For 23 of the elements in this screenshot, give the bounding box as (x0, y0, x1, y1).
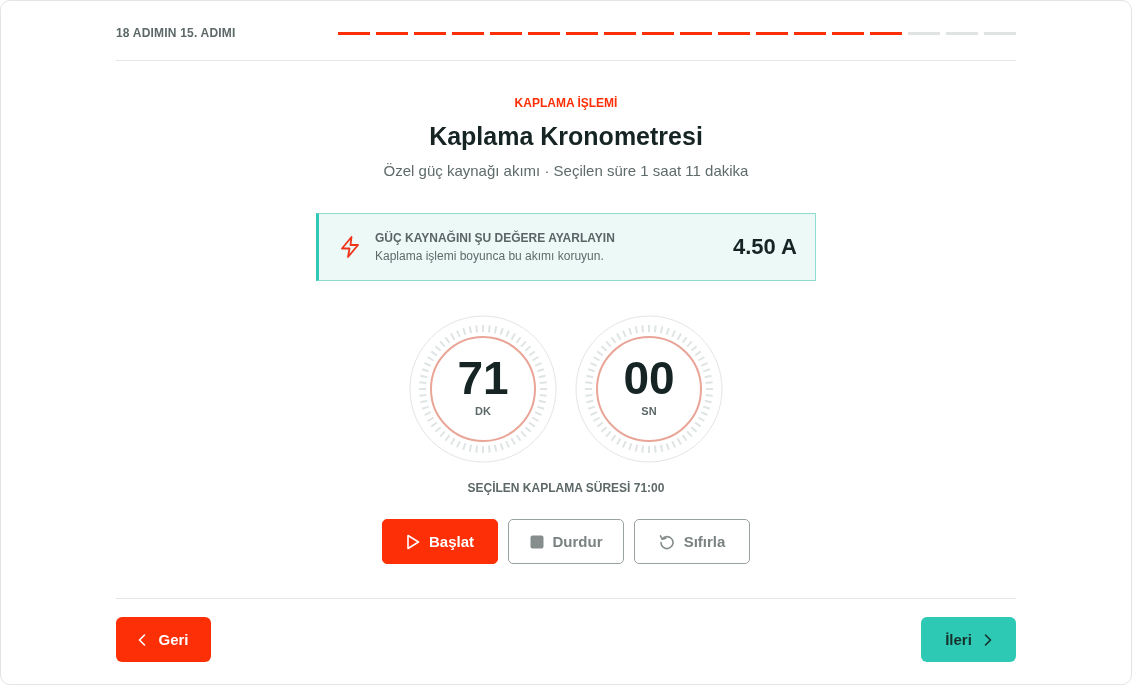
stop-icon (529, 534, 544, 549)
reset-button[interactable]: Sıfırla (634, 519, 750, 564)
page-title: Kaplama Kronometresi (429, 121, 703, 152)
page-subtitle: Özel güç kaynağı akımı · Seçilen süre 1 saat 11 dakika (383, 161, 749, 181)
current-value: 4.50 A (733, 234, 797, 260)
start-button[interactable]: Başlat (382, 519, 498, 564)
instruction-title: GÜÇ KAYNAĞINI ŞU DEĞERE AYARLAYIN (375, 230, 615, 246)
dial-value: 71 (457, 354, 509, 402)
stop-button[interactable]: Durdur (508, 519, 624, 564)
dial-unit: SN (641, 404, 657, 418)
back-button[interactable]: Geri (116, 617, 211, 662)
reset-icon (658, 533, 675, 550)
play-icon (406, 533, 420, 550)
next-button[interactable]: İleri (921, 617, 1016, 662)
chevron-left-icon (138, 633, 147, 646)
lightning-icon (340, 236, 360, 258)
section-label: KAPLAMA İŞLEMİ (514, 95, 618, 111)
chevron-right-icon (983, 633, 992, 646)
dial-value: 00 (623, 354, 675, 402)
step-counter: 18 ADIMIN 15. ADIMI (116, 25, 236, 42)
instruction-text: Kaplama işlemi boyunca bu akımı koruyun. (375, 248, 605, 264)
duration-summary: SEÇİLEN KAPLAMA SÜRESİ 71:00 (467, 480, 665, 496)
dial-unit: DK (475, 404, 491, 418)
